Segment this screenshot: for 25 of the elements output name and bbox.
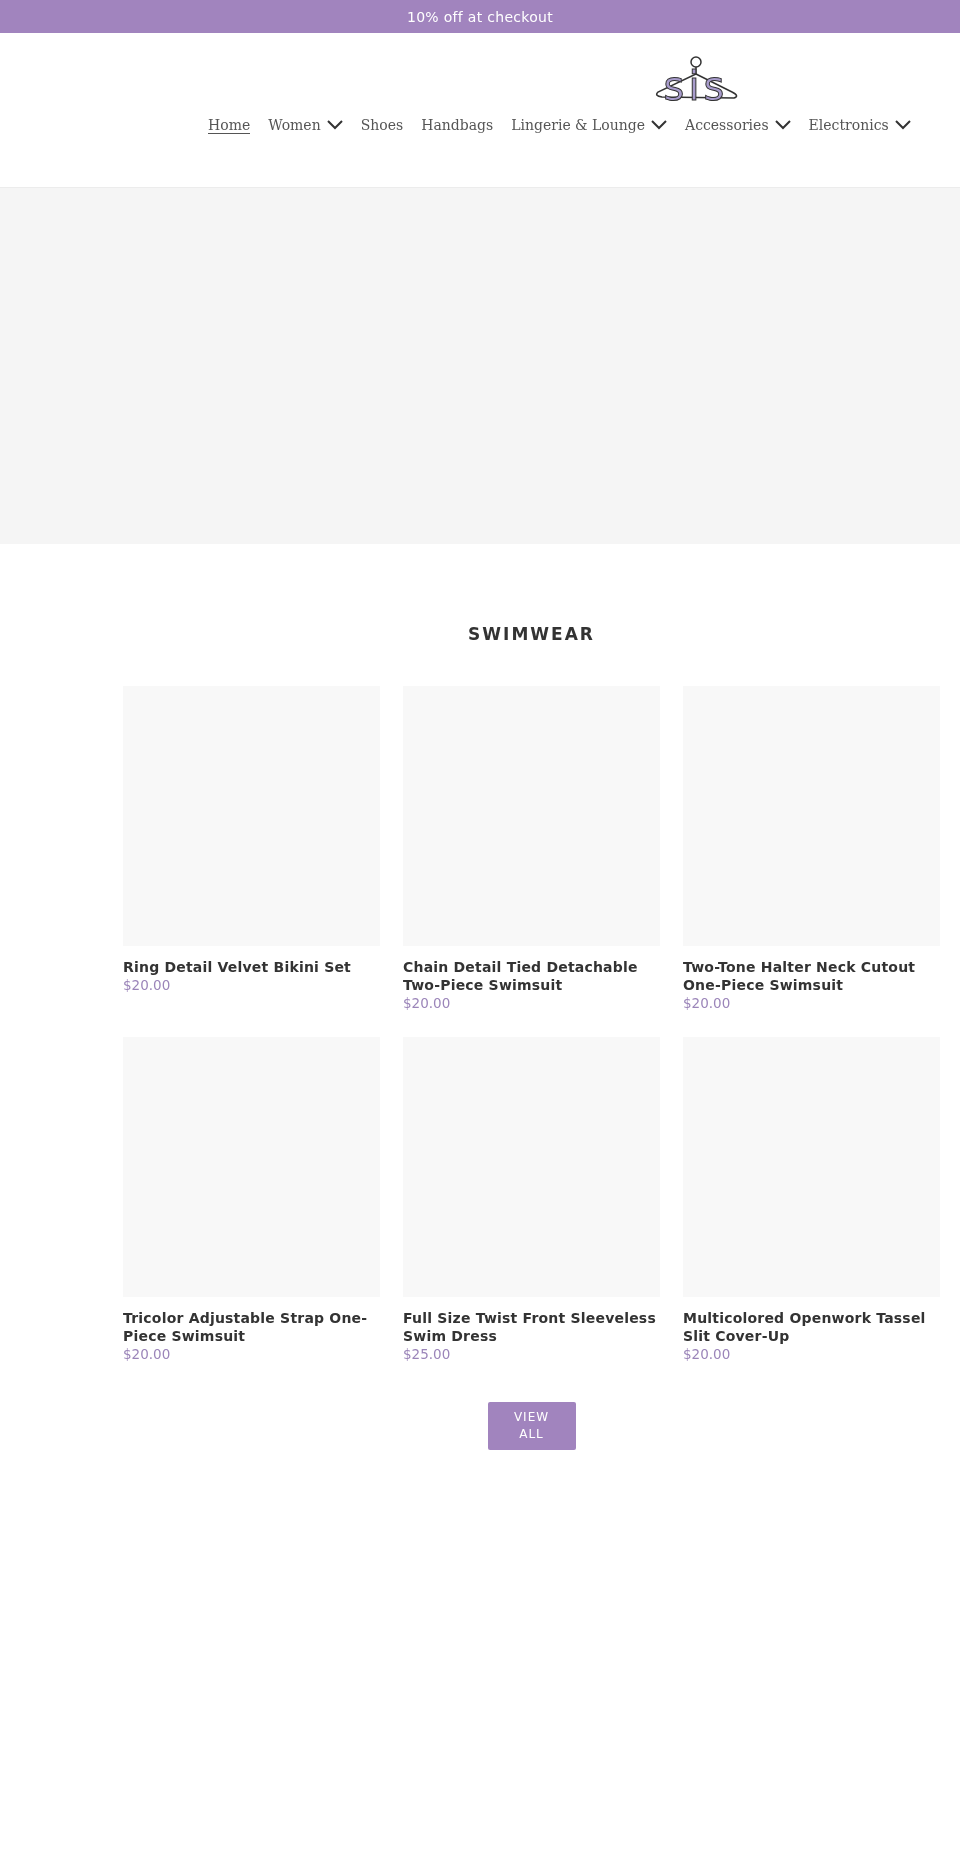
nav-link[interactable]: Handbags (421, 113, 494, 137)
product-price: $20.00 (683, 1346, 732, 1362)
nav-link[interactable]: Shoes (360, 113, 404, 137)
announcement-bar: 10% off at checkout (0, 0, 960, 33)
product-title[interactable]: Chain Detail Tied Detachable Two-Piece Swimsuit (403, 958, 660, 994)
nav-link[interactable]: Electronics (808, 113, 911, 137)
nav-link[interactable]: Home (208, 112, 251, 138)
chevron-down-icon (651, 120, 668, 130)
chevron-down-icon (774, 120, 791, 130)
product-price: $20.00 (123, 977, 172, 993)
nav-link[interactable]: Women (268, 113, 343, 137)
nav-link[interactable]: Lingerie & Lounge (511, 113, 668, 137)
chevron-down-icon (326, 120, 343, 130)
product-price: $20.00 (683, 995, 732, 1011)
product-title[interactable]: Multicolored Openwork Tassel Slit Cover-Up (683, 1309, 940, 1345)
product-title[interactable]: Two-Tone Halter Neck Cutout One-Piece Swimsuit (683, 958, 940, 994)
product-price: $20.00 (403, 995, 452, 1011)
product-price: $20.00 (123, 1346, 172, 1362)
product-title[interactable]: Full Size Twist Front Sleeveless Swim Dress (403, 1309, 660, 1345)
product-price: $25.00 (403, 1346, 452, 1362)
nav-link[interactable]: Accessories (685, 113, 791, 137)
product-title[interactable]: Tricolor Adjustable Strap One-Piece Swimsuit (123, 1309, 380, 1345)
chevron-down-icon (894, 120, 911, 130)
product-title[interactable]: Ring Detail Velvet Bikini Set (123, 958, 380, 976)
section-title: SWIMWEAR (467, 624, 596, 644)
